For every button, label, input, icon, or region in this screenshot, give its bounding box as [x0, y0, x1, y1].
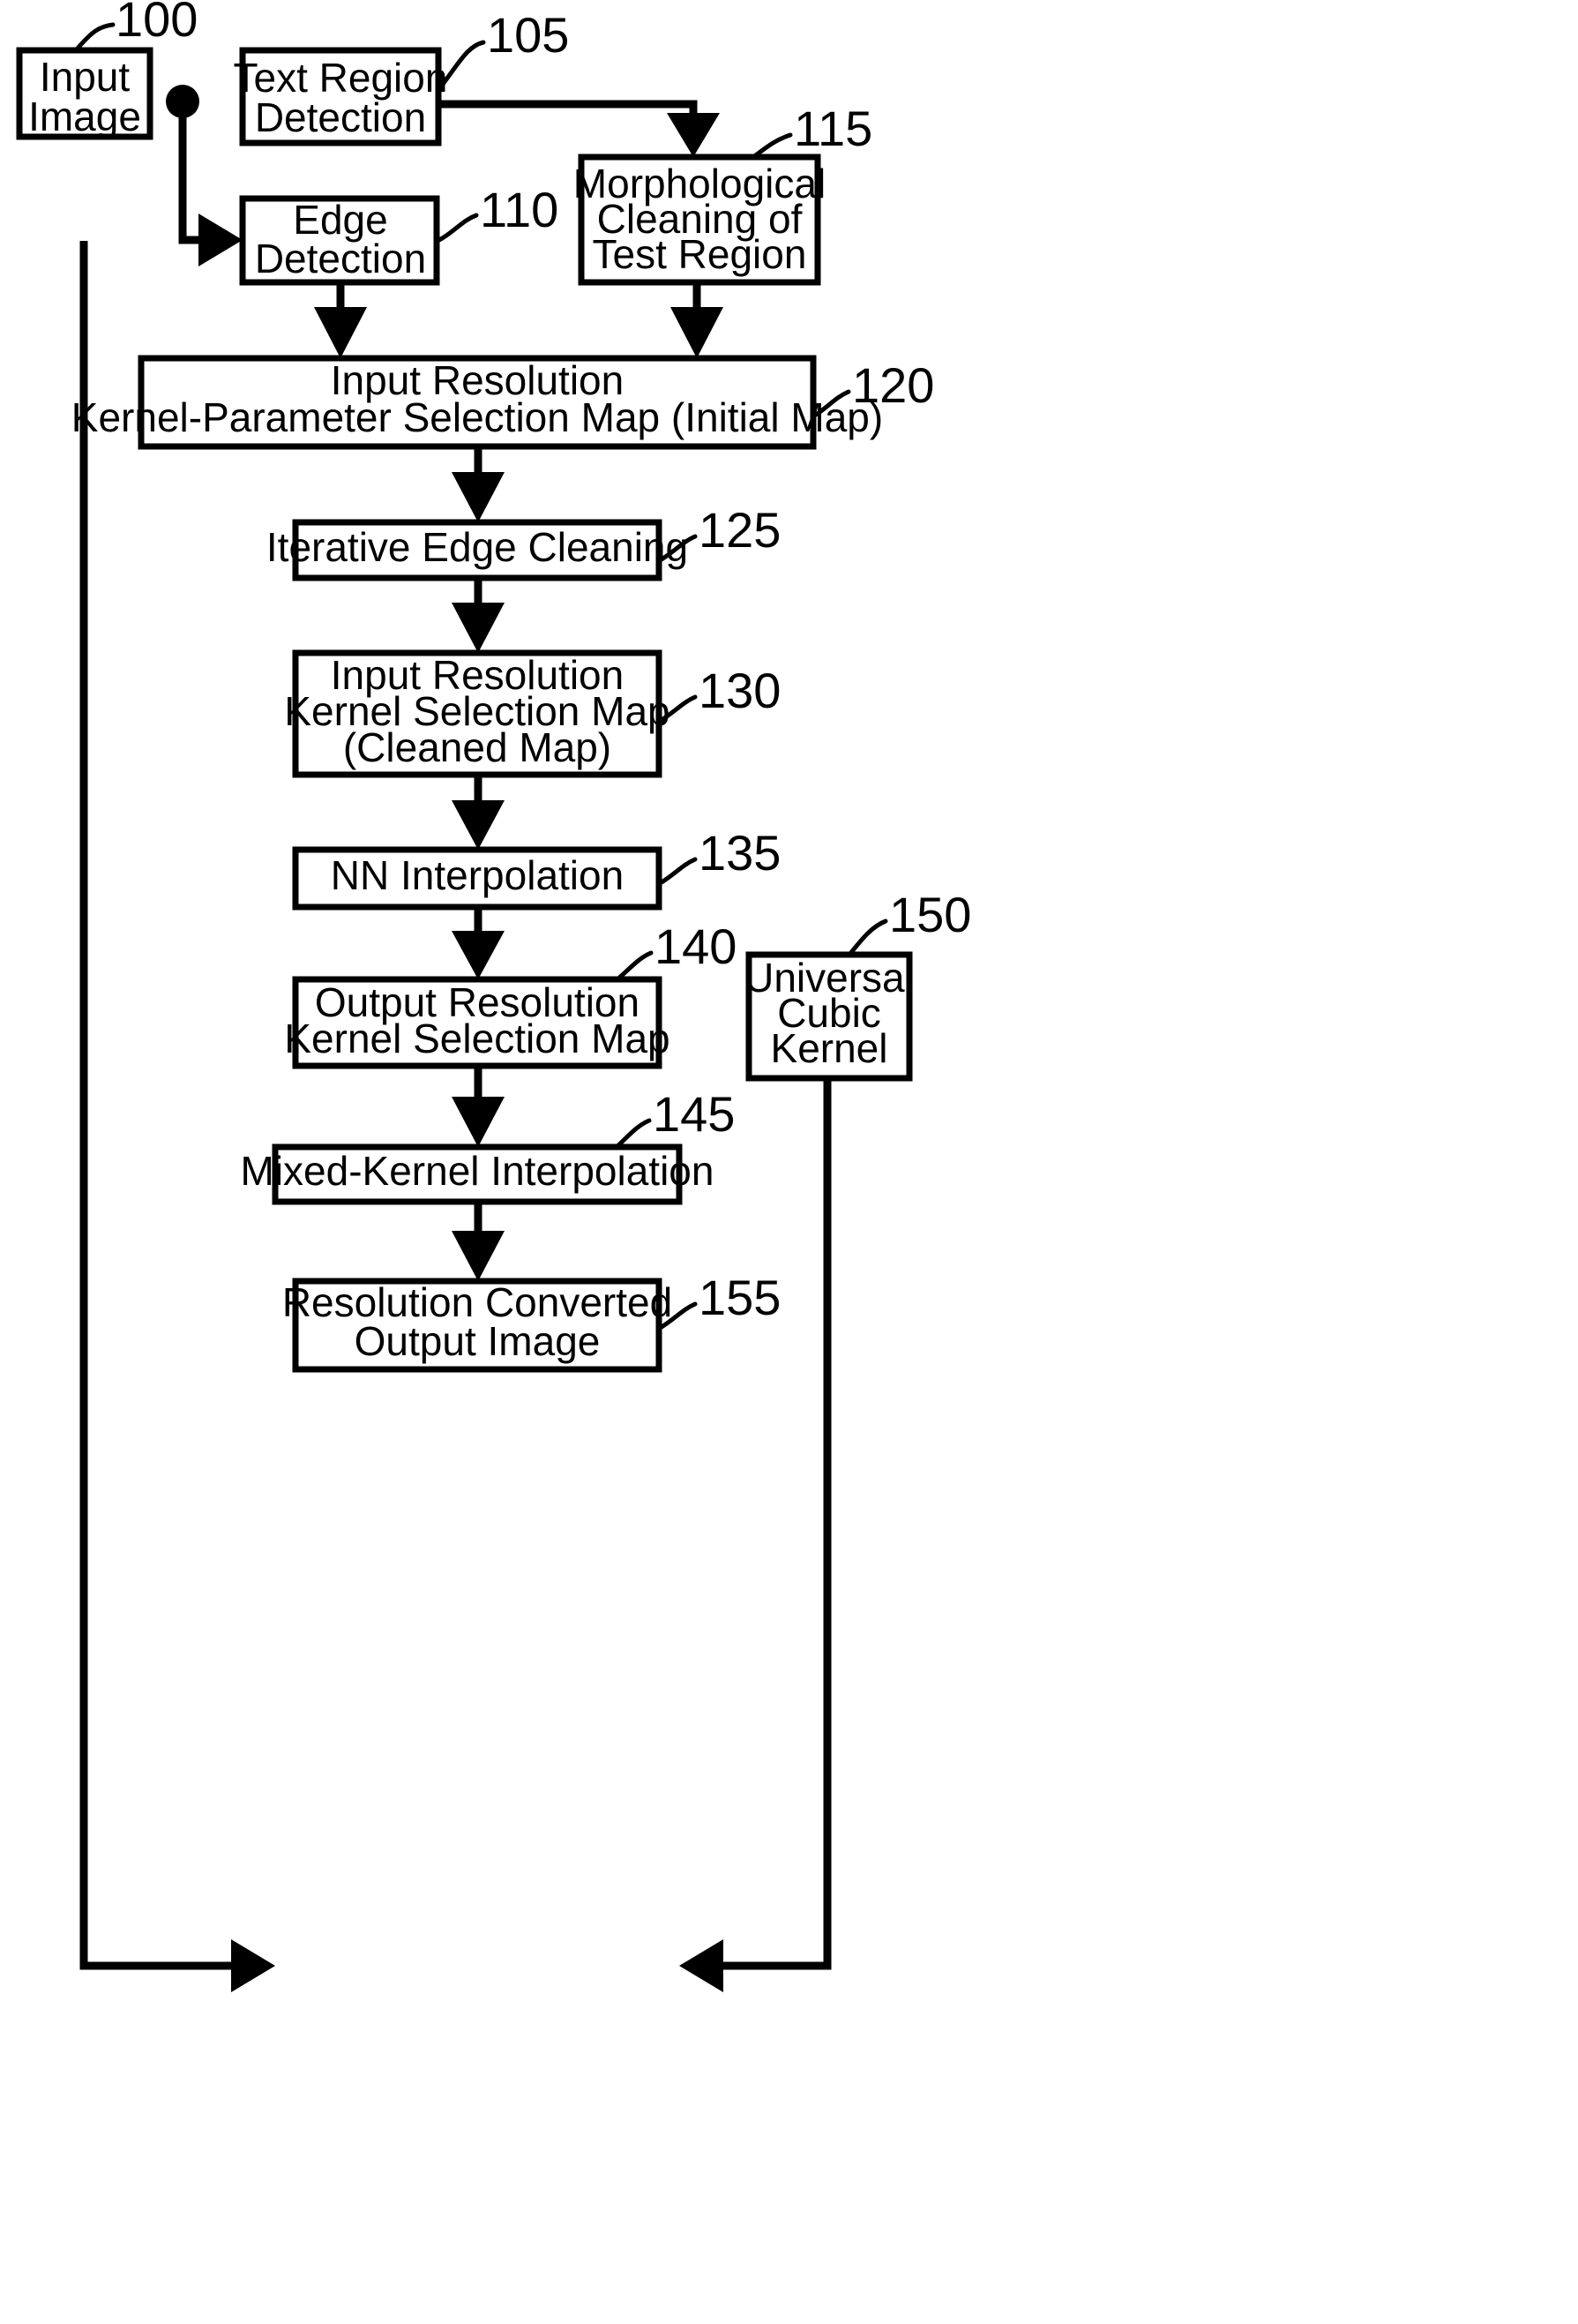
ref-number-140: 140 [654, 918, 737, 974]
connector-cubic-kernel-to-mixed-kernel [723, 1078, 832, 1970]
label-map140-line2: Kernel Selection Map [284, 1016, 669, 1061]
leader-140 [615, 950, 654, 982]
leader-100 [73, 22, 116, 53]
label-mixed-kernel-interpolation: Mixed-Kernel Interpolation [241, 1148, 714, 1194]
leader-150 [847, 918, 888, 957]
ref-number-155: 155 [699, 1270, 781, 1325]
connector-input-to-edge-detection [178, 101, 198, 244]
arrowhead-morphological [667, 113, 720, 157]
leader-135 [659, 857, 698, 885]
ref-number-135: 135 [699, 825, 781, 881]
arrowhead-map140 [452, 931, 505, 979]
leader-145 [614, 1118, 652, 1150]
ref-number-115: 115 [794, 101, 872, 156]
arrowhead-mixed-kernel-left [231, 1939, 275, 1992]
label-cubic-kernel-line3: Kernel [771, 1025, 888, 1071]
label-input-image-line2: Image [28, 94, 141, 139]
label-text-region-line2: Detection [255, 94, 426, 140]
patent-flowchart-figure: Input Image Text Region Detection Edge D… [0, 0, 1578, 2324]
arrowhead-edge-detection [198, 214, 243, 266]
ref-number-120: 120 [852, 357, 934, 413]
arrowhead-map130 [452, 603, 505, 653]
ref-number-125: 125 [699, 502, 781, 558]
connector-text-region-to-morphological [438, 100, 698, 131]
arrowhead-iterative [452, 472, 505, 522]
label-edge-detection-line2: Detection [255, 236, 426, 281]
arrowhead-mixed-kernel-right [679, 1939, 723, 1992]
label-iterative-edge-cleaning: Iterative Edge Cleaning [266, 524, 688, 570]
ref-number-150: 150 [889, 887, 971, 942]
arrowhead-mixed-kernel-top [452, 1097, 505, 1147]
label-output-image-line2: Output Image [355, 1318, 601, 1364]
arrowhead-nn [452, 800, 505, 850]
label-map130-line3: (Cleaned Map) [343, 724, 611, 770]
flowchart-canvas: Input Image Text Region Detection Edge D… [16, 0, 971, 1992]
leader-110 [437, 213, 479, 243]
ref-number-145: 145 [653, 1086, 735, 1142]
arrowhead-map120-right [670, 307, 723, 358]
leader-115 [751, 132, 793, 160]
ref-number-100: 100 [116, 0, 198, 47]
label-morphological-line3: Test Region [593, 231, 807, 277]
label-map120-line2: Kernel-Parameter Selection Map (Initial … [71, 394, 883, 440]
ref-number-130: 130 [699, 663, 781, 718]
label-nn-interpolation: NN Interpolation [331, 852, 624, 898]
arrowhead-output-image [452, 1231, 505, 1281]
connector-input-to-mixed-kernel [79, 241, 231, 1970]
ref-number-110: 110 [480, 182, 558, 237]
ref-number-105: 105 [487, 7, 569, 63]
arrowhead-map120-left [314, 307, 367, 358]
